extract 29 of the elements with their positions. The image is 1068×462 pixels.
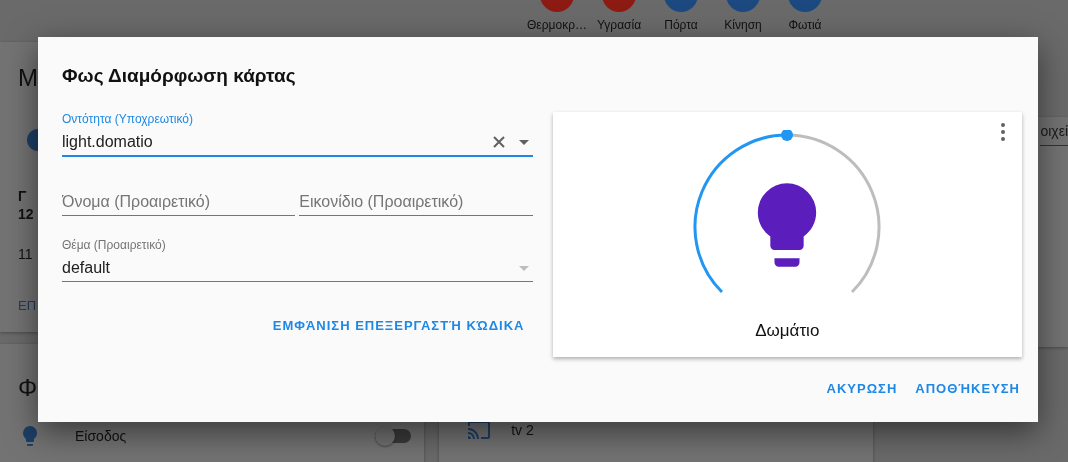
code-editor-button[interactable]: ΕΜΦΆΝΙΣΗ ΕΠΕΞΕΡΓΑΣΤΉ ΚΏΔΙΚΑ [272, 314, 525, 337]
badge-label: Φωτιά [788, 18, 822, 32]
dialog-title: Φως Διαμόρφωση κάρτας [62, 65, 296, 87]
dialog-button[interactable]: ΑΠΟΘΉΚΕΥΣΗ [913, 377, 1022, 400]
text-field[interactable]: οιχεί [1040, 123, 1068, 146]
more-icon[interactable] [1000, 122, 1006, 142]
entity-name: Είσοδος [75, 428, 128, 444]
icon-field[interactable]: Εικονίδιο (Προαιρετικό) [299, 189, 533, 216]
light-name: Δωμάτιο [755, 321, 820, 341]
weather-text: 11 [18, 246, 33, 262]
field-label: Θέμα (Προαιρετικό) [62, 238, 166, 252]
entity-field[interactable]: light.domatio [62, 133, 489, 151]
slider-handle[interactable] [781, 130, 794, 141]
name-field[interactable]: Όνομα (Προαιρετικό) [62, 189, 296, 216]
weather-text: 12 [18, 206, 34, 222]
card-title: M [18, 64, 38, 92]
caret-icon[interactable] [518, 139, 529, 145]
badge-label: Πόρτα [664, 18, 698, 32]
badge-label: Κίνηση [724, 18, 762, 32]
toggle-switch[interactable] [375, 429, 411, 443]
weather-text: Γ [18, 188, 27, 204]
card-action-link[interactable]: ΕΠ [18, 298, 37, 313]
badge-label: Θερμοκρ… [527, 18, 587, 32]
field-label: Οντότητα (Υποχρεωτικό) [62, 112, 193, 126]
entity-name: tv 2 [511, 422, 534, 438]
badge-label: Υγρασία [596, 18, 642, 32]
card-title: Φ [18, 374, 38, 402]
theme-field[interactable]: default [62, 259, 519, 277]
dialog-button[interactable]: ΑΚΥΡΩΣΗ [824, 377, 900, 400]
